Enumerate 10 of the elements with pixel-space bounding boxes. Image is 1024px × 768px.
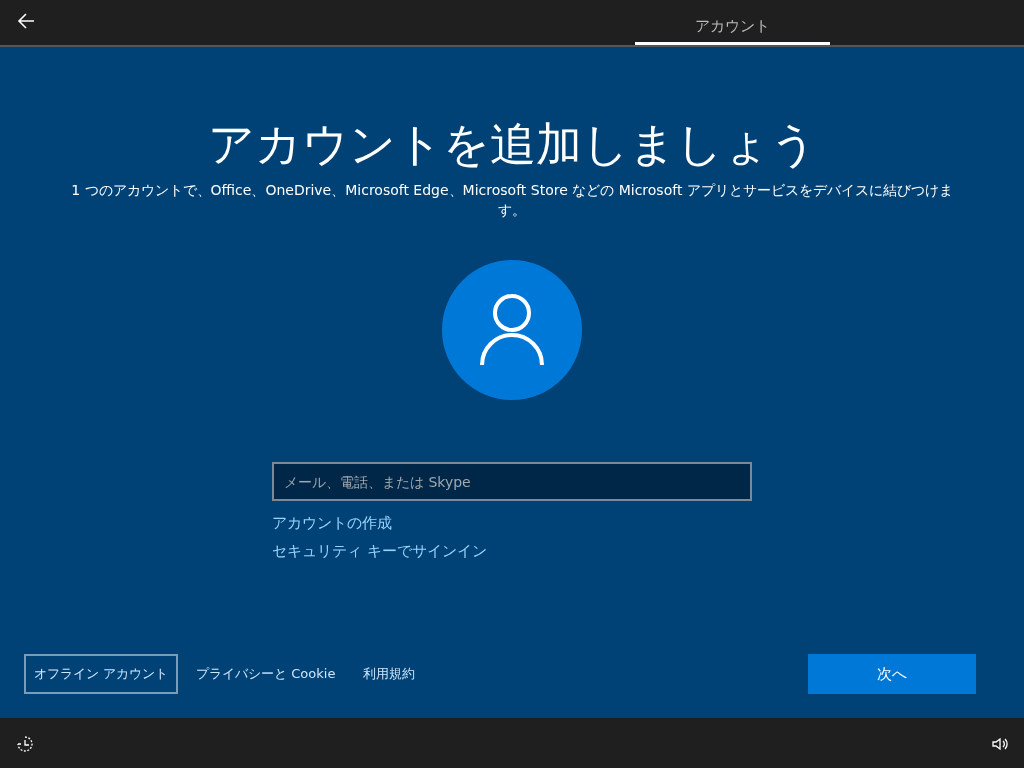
email-input-field[interactable]: メール、電話、または Skype (272, 462, 752, 502)
text-link[interactable]: セキュリティ キーでサインイン (272, 537, 487, 566)
footer-link[interactable]: プライバシーと Cookie (186, 654, 346, 694)
description-text: 1 つのアカウントで、Office、OneDrive、Microsoft Edge、Microsoft Store などの Microsoft アプリとサービスをデバイスに結びつけます。 (70, 181, 954, 221)
text-link[interactable]: アカウントの作成 (272, 509, 392, 538)
page-heading: アカウントを追加しましょう (207, 117, 817, 173)
tab[interactable]: アカウント (635, 0, 830, 45)
footer-link[interactable]: オフライン アカウント (24, 654, 179, 694)
next-button[interactable]: 次へ (808, 654, 976, 694)
footer-link[interactable]: 利用規約 (353, 654, 426, 694)
